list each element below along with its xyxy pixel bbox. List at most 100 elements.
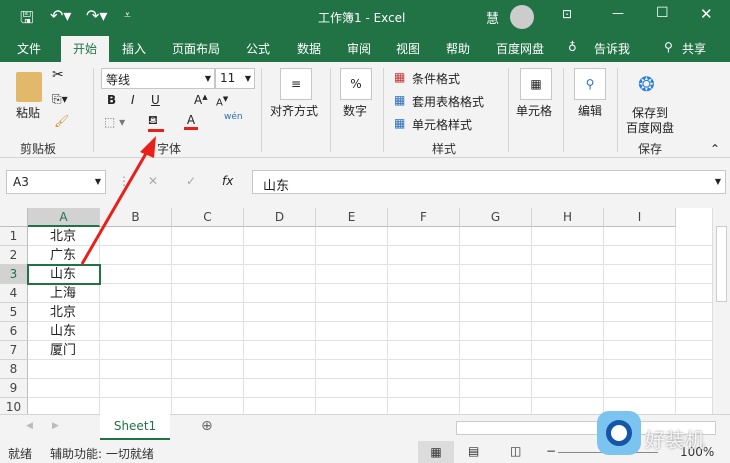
column-header-E[interactable]: E [316, 208, 388, 227]
underline-button[interactable]: U [151, 93, 160, 107]
enter-icon[interactable]: ✓ [186, 174, 196, 188]
paste-icon[interactable] [16, 72, 42, 102]
styles-group-label: 样式 [432, 142, 457, 156]
close-icon[interactable]: ✕ [700, 5, 713, 23]
row-header-4[interactable]: 4 [0, 284, 28, 303]
zoom-out-button[interactable]: − [546, 444, 556, 458]
tell-me[interactable]: 告诉我 [594, 40, 630, 57]
tab-page-layout[interactable]: 页面布局 [172, 40, 220, 57]
save-baidu-line2[interactable]: 百度网盘 [626, 119, 674, 136]
cut-icon[interactable]: ✂ [52, 67, 64, 83]
decrease-font-icon[interactable]: A▼ [216, 95, 228, 108]
cell-styles-button[interactable]: 单元格样式 [412, 116, 472, 133]
customize-qat-icon[interactable]: ⩡ [124, 8, 131, 23]
redo-icon[interactable]: ↷▾ [86, 6, 107, 25]
fill-color-icon[interactable]: ⛾ [148, 113, 164, 132]
number-icon[interactable]: % [340, 68, 372, 100]
add-sheet-icon[interactable]: ⊕ [201, 418, 213, 434]
ribbon: 粘贴 ✂ ⎘▾ 🖌 剪贴板 等线 ▼ 11 ▼ B I U A▲ A▼ ⬚ ▾ ⛾ … [0, 62, 730, 158]
font-color-icon[interactable]: A [184, 113, 198, 130]
row-header-9[interactable]: 9 [0, 379, 28, 398]
row-header-2[interactable]: 2 [0, 246, 28, 265]
row-gridline [28, 397, 712, 398]
page-break-view-icon[interactable]: ◫ [510, 444, 521, 458]
format-table-button[interactable]: 套用表格格式 [412, 93, 484, 110]
tab-baidu[interactable]: 百度网盘 [496, 40, 544, 57]
minimize-icon[interactable]: — [612, 6, 624, 20]
editing-button[interactable]: 编辑 [578, 102, 602, 119]
row-header-8[interactable]: 8 [0, 360, 28, 379]
cell-A5[interactable]: 北京 [28, 303, 100, 322]
row-header-1[interactable]: 1 [0, 227, 28, 246]
row-header-3[interactable]: 3 [0, 265, 28, 284]
column-header-H[interactable]: H [532, 208, 604, 227]
page-layout-view-icon[interactable]: ▤ [468, 444, 479, 458]
tab-file[interactable]: 文件 [17, 40, 41, 57]
formula-bar: A3 ▼ ⋮ ✕ ✓ fx 山东 ▼ [0, 158, 730, 208]
search-icon[interactable]: ⚲ [574, 68, 606, 100]
tab-insert[interactable]: 插入 [122, 40, 146, 57]
number-button[interactable]: 数字 [343, 102, 367, 119]
next-sheet-icon[interactable]: ▶ [52, 421, 59, 431]
column-header-G[interactable]: G [460, 208, 532, 227]
row-gridline [28, 378, 712, 379]
format-painter-icon[interactable]: 🖌 [54, 114, 69, 128]
formula-input[interactable]: 山东 ▼ [252, 170, 726, 194]
increase-font-icon[interactable]: A▲ [194, 93, 208, 107]
cell-A4[interactable]: 上海 [28, 284, 100, 303]
undo-icon[interactable]: ↶▾ [50, 6, 71, 25]
maximize-icon[interactable]: ☐ [656, 5, 669, 21]
tab-home[interactable]: 开始 [61, 36, 110, 62]
prev-sheet-icon[interactable]: ◀ [26, 421, 33, 431]
paste-button[interactable]: 粘贴 [16, 104, 40, 121]
font-name-select[interactable]: 等线 ▼ [101, 68, 215, 89]
column-header-C[interactable]: C [172, 208, 244, 227]
vertical-scrollbar[interactable] [712, 208, 730, 414]
row-gridline [28, 321, 712, 322]
lightbulb-icon: ♁ [568, 40, 577, 54]
copy-icon[interactable]: ⎘▾ [52, 92, 68, 107]
bold-button[interactable]: B [107, 93, 116, 107]
row-header-7[interactable]: 7 [0, 341, 28, 360]
accessibility-status[interactable]: 辅助功能: 一切就绪 [50, 445, 154, 462]
cells-icon[interactable]: ▦ [520, 68, 552, 100]
tab-view[interactable]: 视图 [396, 40, 420, 57]
tab-help[interactable]: 帮助 [446, 40, 470, 57]
row-gridline [28, 359, 712, 360]
borders-icon[interactable]: ⬚ ▾ [104, 115, 125, 129]
alignment-button[interactable]: 对齐方式 [270, 102, 318, 119]
cell-A2[interactable]: 广东 [28, 246, 100, 265]
align-icon[interactable]: ≡ [280, 68, 312, 100]
cells-button[interactable]: 单元格 [516, 102, 552, 119]
ribbon-display-icon[interactable]: ⊡ [562, 7, 572, 21]
share-button[interactable]: 共享 [682, 40, 706, 57]
cell-A1[interactable]: 北京 [28, 227, 100, 246]
select-all-corner[interactable] [0, 208, 28, 227]
phonetic-icon[interactable]: wén [224, 112, 243, 122]
row-header-5[interactable]: 5 [0, 303, 28, 322]
column-header-B[interactable]: B [100, 208, 172, 227]
column-header-I[interactable]: I [604, 208, 676, 227]
font-size-select[interactable]: 11 ▼ [215, 68, 255, 89]
tab-formulas[interactable]: 公式 [246, 40, 270, 57]
formula-value: 山东 [263, 179, 290, 194]
tab-review[interactable]: 审阅 [347, 40, 371, 57]
column-header-D[interactable]: D [244, 208, 316, 227]
normal-view-icon[interactable]: ▦ [418, 441, 454, 463]
column-header-F[interactable]: F [388, 208, 460, 227]
cancel-icon[interactable]: ✕ [148, 174, 158, 188]
share-icon[interactable]: ⚲ [664, 40, 673, 54]
avatar[interactable] [510, 5, 534, 29]
cell-A6[interactable]: 山东 [28, 322, 100, 341]
insert-function-icon[interactable]: fx [222, 174, 233, 188]
column-header-A[interactable]: A [28, 208, 100, 227]
collapse-ribbon-icon[interactable]: ⌃ [710, 142, 720, 156]
save-icon[interactable]: 🖫 [20, 7, 34, 34]
sheet-tab-sheet1[interactable]: Sheet1 [100, 414, 170, 440]
row-header-6[interactable]: 6 [0, 322, 28, 341]
name-box[interactable]: A3 ▼ [6, 170, 106, 194]
cell-A7[interactable]: 厦门 [28, 341, 100, 360]
conditional-format-button[interactable]: 条件格式 [412, 70, 460, 87]
italic-button[interactable]: I [131, 93, 135, 107]
tab-data[interactable]: 数据 [297, 40, 321, 57]
